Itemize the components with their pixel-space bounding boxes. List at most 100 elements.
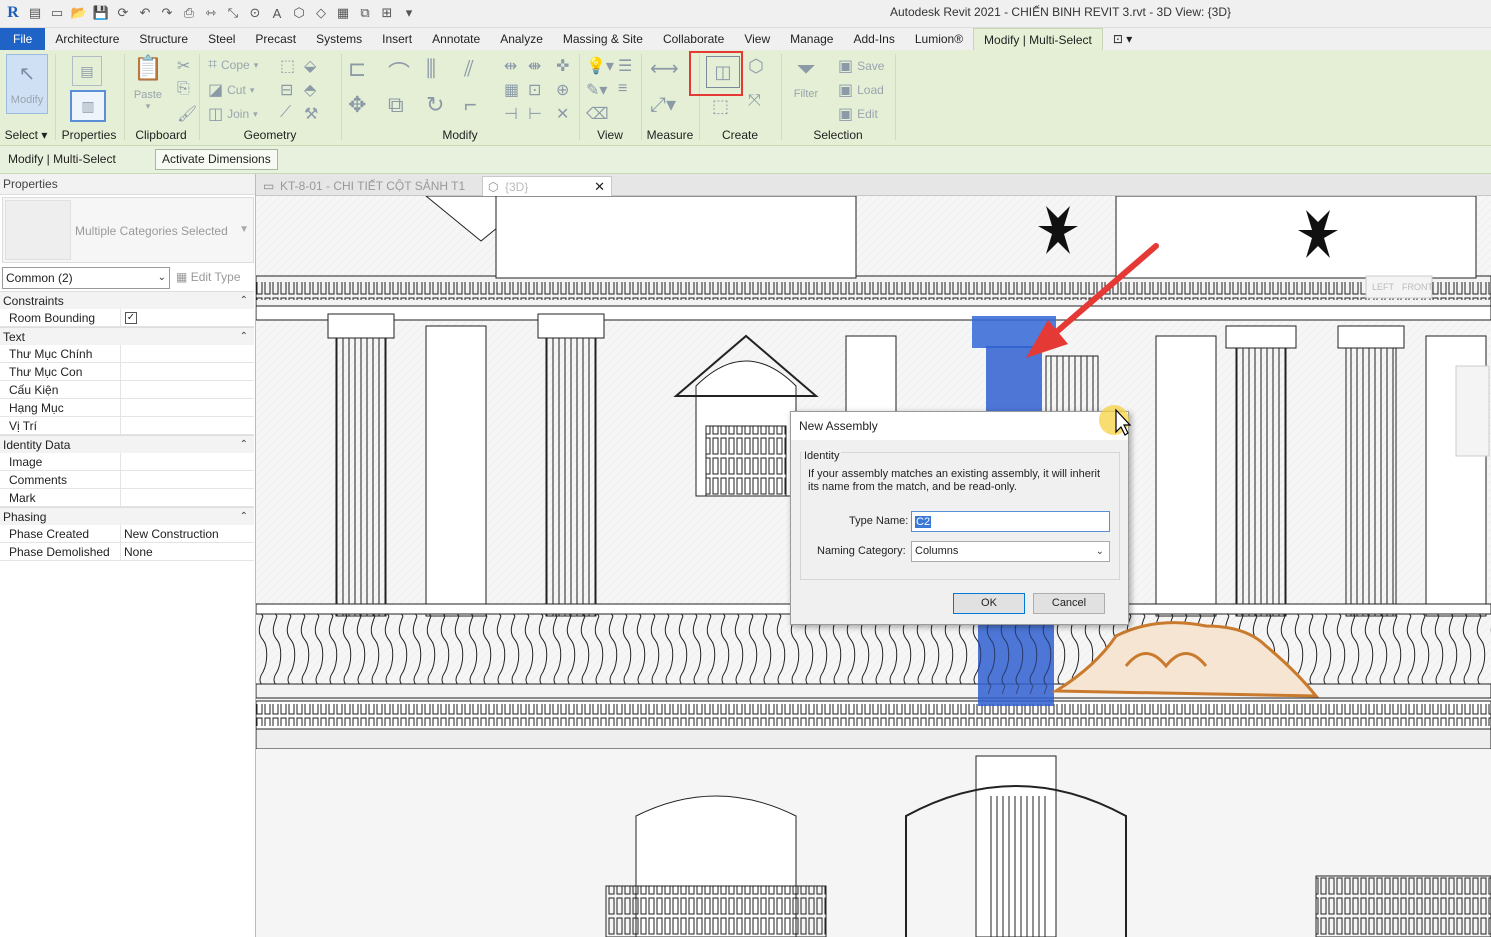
copy-icon[interactable]: ⎘ (177, 80, 190, 98)
viewcube[interactable]: LEFT FRONT (1365, 275, 1433, 299)
switch-windows-icon[interactable]: ⊞ (378, 4, 396, 22)
match-type-icon[interactable]: 🖌 (177, 104, 197, 124)
revit-logo[interactable]: R (4, 4, 22, 22)
paste-button[interactable]: 📋 Paste ▾ (131, 54, 165, 112)
wall-joins-icon[interactable]: ⬚ (280, 56, 295, 76)
align-icon[interactable]: ⊏ (348, 56, 366, 82)
edit-type-button[interactable]: ▦ Edit Type (176, 270, 241, 284)
tab-analyze[interactable]: Analyze (490, 28, 553, 50)
redo-icon[interactable]: ↷ (158, 4, 176, 22)
group-phasing[interactable]: Phasing ⌃ (0, 507, 254, 525)
demolish-icon[interactable]: ⬙ (304, 56, 316, 76)
mirror-draw-icon[interactable]: ⫽ (464, 56, 474, 82)
tab-insert[interactable]: Insert (372, 28, 422, 50)
section-icon[interactable]: ◇ (312, 4, 330, 22)
eraser-icon[interactable]: ⌫ (586, 104, 609, 124)
new-icon[interactable]: ▭ (48, 4, 66, 22)
tab-collaborate[interactable]: Collaborate (653, 28, 734, 50)
modify-button[interactable]: ↖ Modify (6, 54, 48, 114)
wall-pick-icon[interactable]: ⚒ (304, 104, 318, 124)
mirror-axis-icon[interactable]: ⫼ (426, 56, 436, 82)
copy-element-icon[interactable]: ⧉ (388, 92, 404, 118)
cope-button[interactable]: ⌗ Cope ▾ (208, 56, 258, 74)
close-icon[interactable]: ✕ (594, 177, 605, 197)
group-identity-data[interactable]: Identity Data ⌃ (0, 435, 254, 453)
offset-icon[interactable]: ⌒ (388, 56, 410, 88)
create-parts-icon[interactable]: ⬡ (748, 56, 764, 77)
tag-icon[interactable]: ⊙ (246, 4, 264, 22)
beam-join-icon[interactable]: ⟋ (280, 104, 291, 122)
aligned-dimension-icon[interactable]: ⤢▾ (650, 92, 676, 117)
category-filter-select[interactable]: Common (2) ⌄ (2, 267, 170, 289)
save-selection-button[interactable]: ▣ Save (838, 56, 884, 76)
edit-selection-button[interactable]: ▣ Edit (838, 104, 878, 124)
naming-category-select[interactable]: Columns ⌄ (911, 541, 1110, 562)
open-icon[interactable]: 📂 (70, 4, 88, 22)
3d-view-icon[interactable]: ⬡ (290, 4, 308, 22)
app-menu-icon[interactable]: ▤ (26, 4, 44, 22)
tab-systems[interactable]: Systems (306, 28, 372, 50)
select-panel-label[interactable]: Select ▾ (0, 128, 52, 142)
tab-view-3d[interactable]: ⬡ {3D} ✕ (482, 176, 612, 196)
unpin-icon[interactable]: ⊕ (556, 80, 569, 100)
override-graphics-icon[interactable]: 💡▾ (586, 56, 614, 76)
move-icon[interactable]: ✥ (348, 92, 366, 118)
dimension-icon[interactable]: ⤡ (224, 4, 242, 22)
ribbon-minimize-icon[interactable]: ⊡ ▾ (1103, 28, 1142, 50)
tab-add-ins[interactable]: Add-Ins (843, 28, 904, 50)
text-icon[interactable]: A (268, 4, 286, 22)
tab-lumion[interactable]: Lumion® (905, 28, 973, 50)
trim-icon[interactable]: ⌐ (464, 92, 477, 118)
split-gap-icon[interactable]: ⇼ (528, 56, 541, 76)
tab-architecture[interactable]: Architecture (45, 28, 129, 50)
scale-icon[interactable]: ⊡ (528, 80, 541, 100)
tab-steel[interactable]: Steel (198, 28, 245, 50)
tab-view-kt-8-01[interactable]: ▭ KT-8-01 - CHI TIẾT CỘT SẢNH T1 (258, 176, 480, 196)
measure-icon[interactable]: ⇿ (202, 4, 220, 22)
rotate-icon[interactable]: ↻ (426, 92, 444, 118)
sync-icon[interactable]: ⟳ (114, 4, 132, 22)
navigation-bar[interactable] (1455, 365, 1490, 457)
create-group-icon[interactable]: ⬚ (712, 96, 729, 117)
close-hidden-icon[interactable]: ⧉ (356, 4, 374, 22)
measure-between-icon[interactable]: ⟷ (650, 56, 679, 81)
print-icon[interactable]: ⎙ (180, 4, 198, 22)
dialog-title[interactable]: New Assembly (791, 412, 1128, 440)
customize-qat-icon[interactable]: ▾ (400, 4, 418, 22)
save-icon[interactable]: 💾 (92, 4, 110, 22)
trim-extend-icon[interactable]: ⊣ (504, 104, 518, 124)
join-button[interactable]: ◫ Join ▾ (208, 104, 258, 124)
array-icon[interactable]: ▦ (504, 80, 519, 100)
tab-structure[interactable]: Structure (129, 28, 198, 50)
tab-massing-site[interactable]: Massing & Site (553, 28, 653, 50)
type-selector[interactable]: Multiple Categories Selected ▼ (2, 197, 254, 263)
filter-button[interactable]: ⏷ Filter (788, 56, 824, 100)
group-constraints[interactable]: Constraints ⌃ (0, 291, 254, 309)
linework-icon[interactable]: ✎▾ (586, 80, 607, 100)
group-text[interactable]: Text ⌃ (0, 327, 254, 345)
type-properties-icon[interactable]: ▤ (72, 56, 102, 86)
load-selection-button[interactable]: ▣ Load (838, 80, 884, 100)
create-similar-icon[interactable]: ⤧ (748, 92, 761, 110)
tab-view[interactable]: View (734, 28, 780, 50)
undo-icon[interactable]: ↶ (136, 4, 154, 22)
pin-icon[interactable]: ✜ (556, 56, 569, 76)
extend-icon[interactable]: ⊢ (528, 104, 542, 124)
properties-icon[interactable]: ▥ (70, 90, 106, 122)
ok-button[interactable]: OK (953, 593, 1025, 614)
line-pattern-icon[interactable]: ≡ (618, 80, 627, 98)
activate-dimensions-button[interactable]: Activate Dimensions (155, 149, 278, 170)
room-bounding-checkbox[interactable]: ✓ (125, 312, 137, 324)
tab-file[interactable]: File (0, 28, 46, 50)
tab-annotate[interactable]: Annotate (422, 28, 490, 50)
cancel-button[interactable]: Cancel (1033, 593, 1105, 614)
cut-icon[interactable]: ✂ (177, 56, 190, 76)
thin-lines-icon[interactable]: ▦ (334, 4, 352, 22)
type-name-input[interactable]: C2 (911, 511, 1110, 532)
paint-icon[interactable]: ⬘ (304, 80, 316, 100)
tab-modify-multi-select[interactable]: Modify | Multi-Select (973, 28, 1103, 50)
split-icon[interactable]: ⇹ (504, 56, 517, 76)
cut-geometry-button[interactable]: ◪ Cut ▾ (208, 80, 254, 100)
tab-precast[interactable]: Precast (245, 28, 306, 50)
split-face-icon[interactable]: ⊟ (280, 80, 293, 100)
